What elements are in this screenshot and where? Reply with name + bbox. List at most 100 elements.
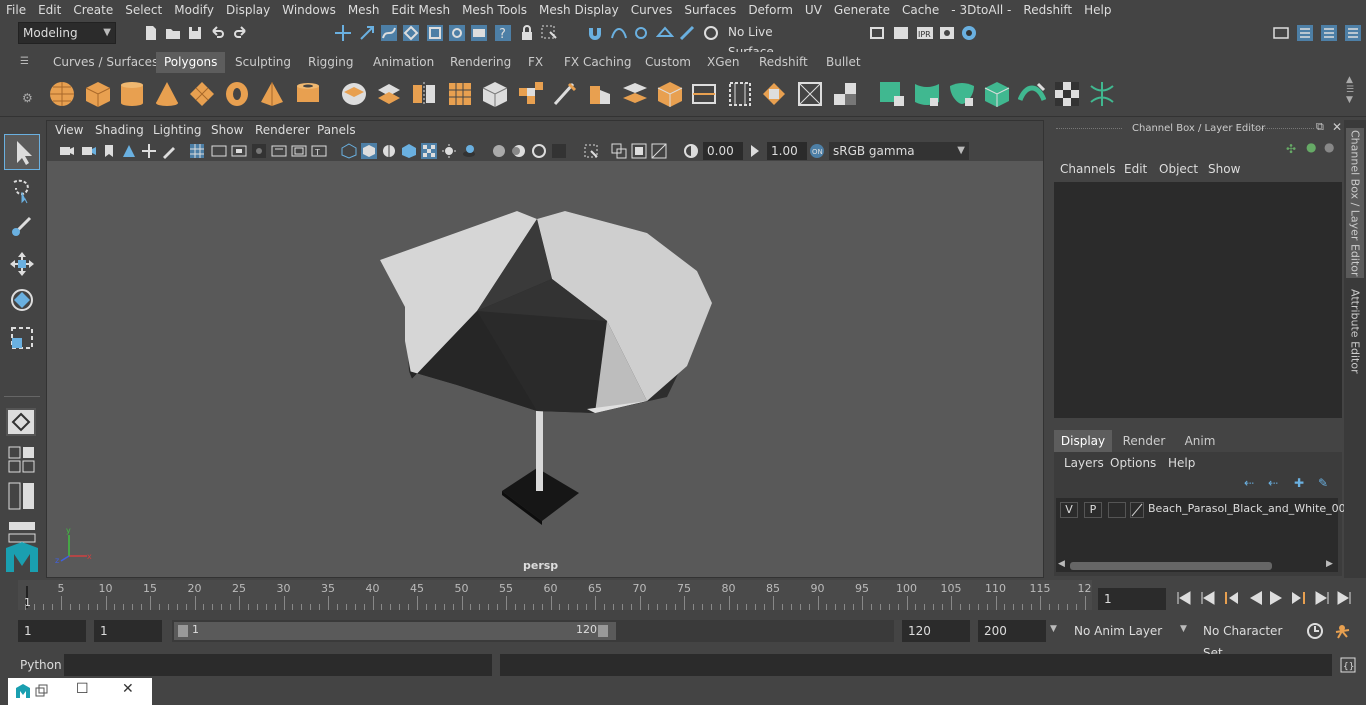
- viewport-menu-renderer[interactable]: Renderer: [255, 123, 310, 137]
- poly-pyramid-icon[interactable]: [258, 80, 286, 108]
- uv-unfold-icon[interactable]: [1018, 80, 1046, 108]
- step-back-key-icon[interactable]: [1201, 591, 1215, 605]
- viewport-menu-view[interactable]: View: [55, 123, 83, 137]
- script-editor-icon[interactable]: {}: [1340, 657, 1356, 673]
- textured-icon[interactable]: [401, 143, 417, 159]
- tab-fx[interactable]: FX: [520, 52, 551, 73]
- channels-menu[interactable]: Channels: [1060, 162, 1116, 176]
- uv-planar-icon[interactable]: [878, 80, 906, 108]
- playback-start-field[interactable]: 1: [94, 620, 162, 642]
- tab-animation[interactable]: Animation: [365, 52, 442, 73]
- menu-help[interactable]: Help: [1078, 3, 1117, 17]
- close-icon[interactable]: ✕: [1332, 120, 1342, 134]
- workspace-icon[interactable]: [1272, 24, 1290, 42]
- move-layer-down-icon[interactable]: ⇠: [1268, 476, 1278, 490]
- render-current-icon[interactable]: [892, 24, 910, 42]
- scroll-right-icon[interactable]: ▶: [1326, 559, 1333, 569]
- poly-cube-icon[interactable]: [84, 80, 112, 108]
- new-layer-selected-icon[interactable]: ✎: [1318, 476, 1328, 490]
- gate-mask-icon[interactable]: [251, 143, 267, 159]
- extrude-icon[interactable]: [516, 80, 544, 108]
- lock-icon[interactable]: [518, 24, 536, 42]
- hyper-icon[interactable]: ●: [1324, 140, 1334, 154]
- poly-plane-icon[interactable]: [188, 80, 216, 108]
- menu-mesh[interactable]: Mesh: [342, 3, 386, 17]
- menu-3dtoall[interactable]: - 3DtoAll -: [945, 3, 1017, 17]
- two-d-pan-icon[interactable]: [141, 143, 157, 159]
- new-scene-icon[interactable]: [142, 24, 160, 42]
- scene-end-field[interactable]: 200: [978, 620, 1046, 642]
- select-camera-icon[interactable]: [59, 143, 75, 159]
- anim-layer-dropdown[interactable]: No Anim Layer: [1068, 620, 1176, 642]
- single-perspective-layout-button[interactable]: [6, 408, 36, 436]
- scale-tool-icon[interactable]: [8, 324, 36, 352]
- snap-point-magnet-icon[interactable]: [632, 24, 650, 42]
- render-view-icon[interactable]: [868, 24, 886, 42]
- float-panel-icon[interactable]: ⧉: [1316, 120, 1324, 134]
- ipr-render-icon[interactable]: IPR: [916, 24, 934, 42]
- current-frame-field[interactable]: 1: [1098, 588, 1166, 610]
- undo-icon[interactable]: [208, 24, 226, 42]
- poly-torus-icon[interactable]: [223, 80, 251, 108]
- character-set-dropdown[interactable]: No Character Set: [1197, 620, 1301, 660]
- uv-spherical-icon[interactable]: [948, 80, 976, 108]
- layer-tab-render[interactable]: Render: [1114, 430, 1174, 452]
- go-to-start-icon[interactable]: [1177, 591, 1191, 605]
- exposure-icon[interactable]: [683, 143, 699, 159]
- open-scene-icon[interactable]: [164, 24, 182, 42]
- tab-fx-caching[interactable]: FX Caching: [556, 52, 639, 73]
- layer-type-toggle[interactable]: [1108, 502, 1126, 518]
- ambient-occlusion-icon[interactable]: [491, 143, 507, 159]
- wireframe-icon[interactable]: [341, 143, 357, 159]
- viewport-menu-show[interactable]: Show: [211, 123, 243, 137]
- menu-curves[interactable]: Curves: [625, 3, 679, 17]
- snap-grid-icon[interactable]: [402, 24, 420, 42]
- tab-redshift[interactable]: Redshift: [751, 52, 816, 73]
- camera-attributes-icon[interactable]: [81, 143, 97, 159]
- color-space-dropdown[interactable]: sRGB gamma ▼: [829, 142, 969, 160]
- auto-key-icon[interactable]: [1306, 622, 1324, 640]
- toggle-tool-settings-icon[interactable]: [1344, 24, 1362, 42]
- chevron-down-icon[interactable]: ▼: [1050, 624, 1057, 634]
- rotate-tool-icon[interactable]: [8, 286, 36, 314]
- viewport-menu-panels[interactable]: Panels: [317, 123, 356, 137]
- side-by-side-layout-icon[interactable]: [8, 482, 36, 510]
- menu-mesh-tools[interactable]: Mesh Tools: [456, 3, 533, 17]
- depth-of-field-icon[interactable]: [551, 143, 567, 159]
- manipulator-icon[interactable]: ✣: [1286, 142, 1296, 156]
- lights-icon[interactable]: [441, 143, 457, 159]
- bookmark-icon[interactable]: [101, 143, 117, 159]
- layer-name[interactable]: Beach_Parasol_Black_and_White_002_: [1148, 502, 1358, 515]
- tab-bullet[interactable]: Bullet: [818, 52, 869, 73]
- move-layer-up-icon[interactable]: ⇠: [1244, 476, 1254, 490]
- toggle-attribute-editor-icon[interactable]: [1320, 24, 1338, 42]
- snap-view-plane-icon[interactable]: [656, 24, 674, 42]
- range-slider[interactable]: 1 120: [172, 620, 894, 642]
- beach-parasol-model[interactable]: [380, 211, 712, 525]
- play-forwards-icon[interactable]: [1270, 591, 1282, 605]
- insert-edge-loop-icon[interactable]: [690, 80, 718, 108]
- channel-list[interactable]: [1054, 182, 1342, 418]
- uv-cut-sew-icon[interactable]: [1088, 80, 1116, 108]
- viewport-menu-shading[interactable]: Shading: [95, 123, 144, 137]
- snap-live-icon[interactable]: [678, 24, 696, 42]
- grid-icon[interactable]: [189, 143, 205, 159]
- resolution-gate-icon[interactable]: [231, 143, 247, 159]
- viewport-menu-lighting[interactable]: Lighting: [153, 123, 202, 137]
- menu-edit-mesh[interactable]: Edit Mesh: [385, 3, 456, 17]
- magnet-icon[interactable]: [586, 24, 604, 42]
- tab-rigging[interactable]: Rigging: [300, 52, 361, 73]
- menu-mesh-display[interactable]: Mesh Display: [533, 3, 625, 17]
- snap-view-icon[interactable]: [470, 24, 488, 42]
- playback-end-field[interactable]: 120: [902, 620, 970, 642]
- menu-display[interactable]: Display: [220, 3, 276, 17]
- four-view-layout-icon[interactable]: [8, 446, 36, 474]
- toggle-channel-box-icon[interactable]: [1296, 24, 1314, 42]
- channel-show-menu[interactable]: Show: [1208, 162, 1240, 176]
- shelf-settings-gear-icon[interactable]: ⚙: [22, 91, 33, 105]
- uv-cylindrical-icon[interactable]: [913, 80, 941, 108]
- menu-redshift[interactable]: Redshift: [1017, 3, 1078, 17]
- target-weld-icon[interactable]: [796, 80, 824, 108]
- scene-3d-canvas[interactable]: x y z: [47, 161, 1043, 577]
- render-settings-icon[interactable]: [938, 24, 956, 42]
